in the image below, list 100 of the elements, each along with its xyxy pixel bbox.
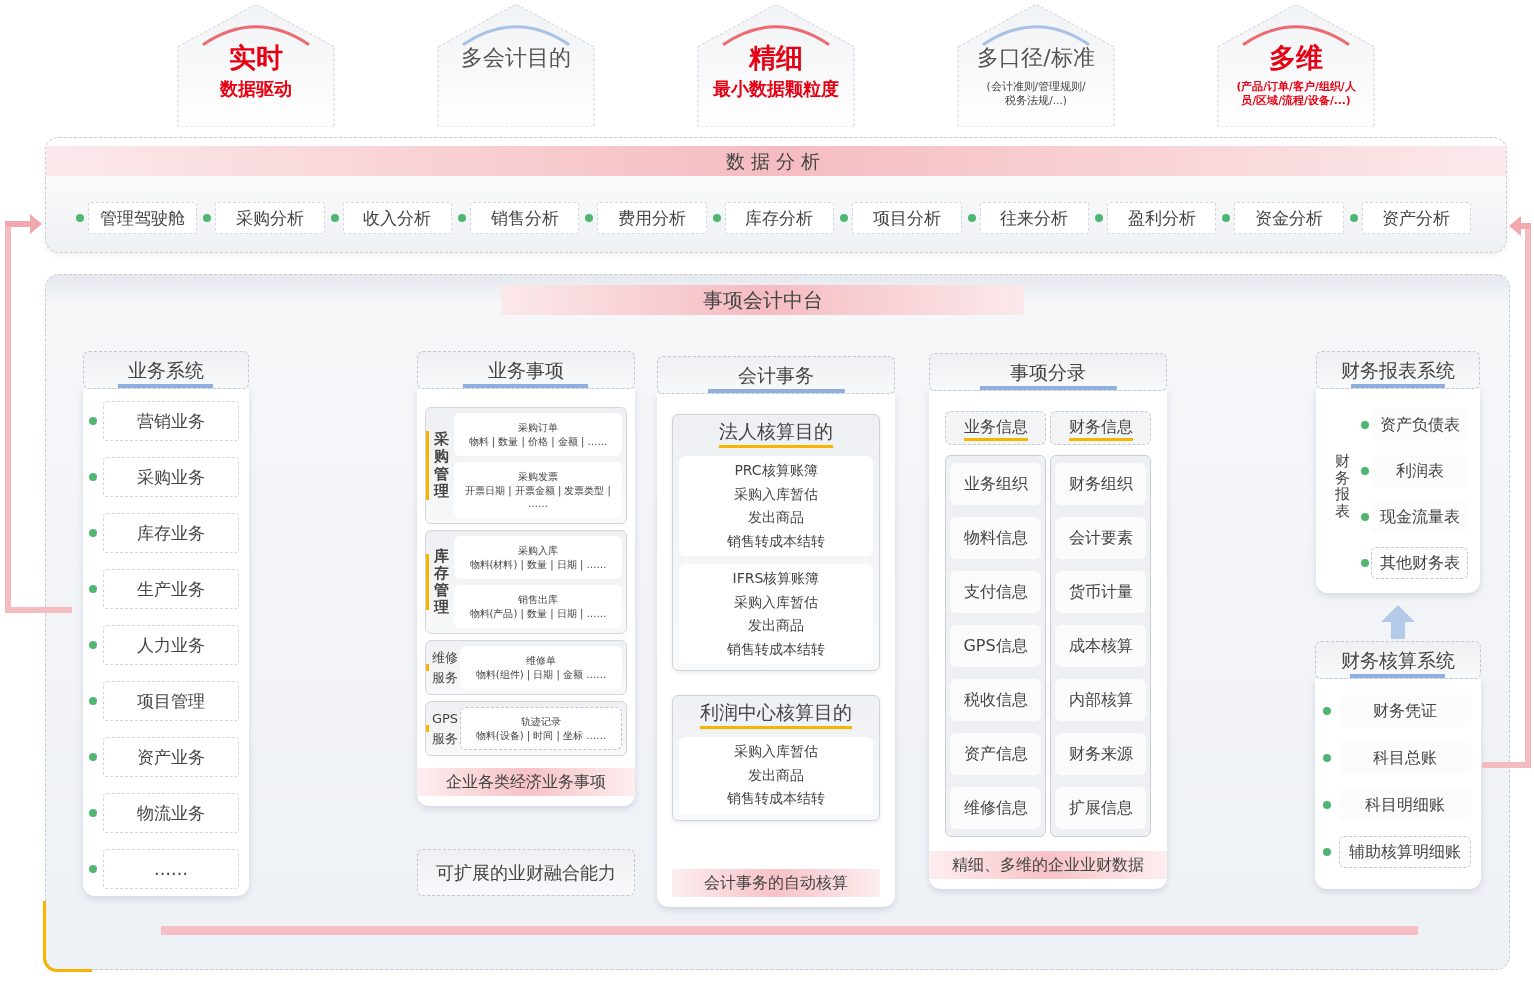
bullet-dot <box>203 214 212 222</box>
column-header: 业务事项 <box>417 351 635 389</box>
matter-fields: 开票日期 | 开票金额 | 发票类型 | …… <box>455 484 621 510</box>
purpose-title: 利润中心核算目的 <box>700 698 852 729</box>
matter-fields: 物料(材料) | 数量 | 日期 | …… <box>467 558 609 571</box>
bullet-dot <box>1323 801 1331 809</box>
matter-name: 采购发票 <box>518 470 558 484</box>
book-line: 发出商品 <box>748 508 804 527</box>
bullet-dot <box>967 214 976 222</box>
bullet-dot <box>89 809 97 817</box>
column-header: 会计事务 <box>657 356 895 394</box>
matter-fields: 物料(产品) | 数量 | 日期 | …… <box>467 607 609 620</box>
analysis-item[interactable]: 资金分析 <box>1234 202 1344 234</box>
bullet-dot <box>1361 559 1369 567</box>
badge-subtitle: 数据驱动 <box>220 77 292 101</box>
system-item: …… <box>103 849 239 889</box>
info-item: 税收信息 <box>950 679 1041 721</box>
badge-title: 多维 <box>1269 41 1323 75</box>
bullet-dot <box>585 214 594 222</box>
matter-name: 采购订单 <box>518 421 558 435</box>
report-item: 其他财务表 <box>1371 547 1468 579</box>
analysis-item[interactable]: 采购分析 <box>215 202 325 234</box>
bullet-dot <box>89 473 97 481</box>
accent-bar <box>426 725 429 732</box>
column-footer: 会计事务的自动核算 <box>672 868 880 897</box>
bullet-dot <box>89 865 97 873</box>
corner-accent <box>43 901 92 972</box>
capability-label: 可扩展的业财融合能力 <box>417 849 635 896</box>
section-title: 数据分析 <box>46 146 1506 176</box>
book-line: 销售转成本结转 <box>727 531 825 551</box>
system-item: 人力业务 <box>103 625 239 665</box>
bullet-dot <box>1323 754 1331 762</box>
info-item: 内部核算 <box>1055 679 1146 721</box>
group-label: 库存管理 <box>434 547 449 617</box>
book-line: PRC核算账簿 <box>734 461 818 480</box>
analysis-item[interactable]: 库存分析 <box>724 202 835 234</box>
bullet-dot <box>840 214 849 222</box>
analysis-item[interactable]: 费用分析 <box>597 202 707 234</box>
matter-name: 销售出库 <box>518 593 558 607</box>
matter-fields: 物料(设备) | 时间 | 坐标 …… <box>473 729 609 742</box>
bullet-dot <box>89 641 97 649</box>
column-header: 财务报表系统 <box>1316 351 1480 389</box>
bullet-dot <box>1361 421 1369 429</box>
ledger-item: 辅助核算明细账 <box>1339 836 1471 868</box>
accent-bar <box>426 554 429 610</box>
book-line: 采购入库暂估 <box>734 484 818 504</box>
column-footer: 精细、多维的企业业财数据 <box>929 851 1167 879</box>
book-line: 发出商品 <box>748 616 804 635</box>
bullet-dot <box>89 697 97 705</box>
info-item: 维修信息 <box>950 787 1041 829</box>
book-line: 发出商品 <box>748 765 804 785</box>
badge-title: 多口径/标准 <box>977 44 1095 72</box>
bullet-dot <box>712 214 721 222</box>
info-item: 资产信息 <box>950 733 1041 775</box>
bullet-dot <box>89 529 97 537</box>
column-footer: 企业各类经济业务事项 <box>417 768 635 796</box>
analysis-item[interactable]: 收入分析 <box>342 202 453 234</box>
badge-subtitle: (会计准则/管理规则/税务法规/...) <box>986 79 1086 107</box>
analysis-item[interactable]: 资产分析 <box>1361 202 1471 234</box>
info-item: 物料信息 <box>950 517 1041 559</box>
system-item: 采购业务 <box>103 457 239 497</box>
info-item: 财务来源 <box>1055 733 1146 775</box>
connector-arrow <box>5 214 42 234</box>
bullet-dot <box>1323 707 1331 715</box>
bullet-dot <box>89 753 97 761</box>
system-item: 营销业务 <box>103 401 239 441</box>
matter-fields: 物料(组件) | 日期 | 金额 …… <box>473 668 609 681</box>
column-header: 财务核算系统 <box>1315 641 1481 679</box>
book-line: 采购入库暂估 <box>734 742 818 761</box>
info-item: GPS信息 <box>950 625 1041 667</box>
bullet-dot <box>1094 214 1103 222</box>
system-item: 库存业务 <box>103 513 239 553</box>
info-item: 业务组织 <box>950 463 1041 505</box>
bullet-dot <box>458 214 467 222</box>
book-line: 销售转成本结转 <box>727 789 825 808</box>
book-line: 销售转成本结转 <box>727 639 825 659</box>
analysis-item[interactable]: 盈利分析 <box>1106 202 1217 234</box>
badge-subtitle: 最小数据颗粒度 <box>713 77 839 101</box>
analysis-item[interactable]: 管理驾驶舱 <box>88 202 198 234</box>
analysis-item[interactable]: 往来分析 <box>979 202 1089 234</box>
badge-title: 精细 <box>749 41 803 75</box>
system-item: 资产业务 <box>103 737 239 777</box>
matter-name: 维修单 <box>526 654 556 668</box>
info-item: 财务组织 <box>1055 463 1146 505</box>
analysis-item[interactable]: 项目分析 <box>852 202 962 234</box>
badge-subtitle: (产品/订单/客户/组织/人员/区域/流程/设备/...) <box>1235 79 1357 107</box>
bullet-dot <box>1361 513 1369 521</box>
analysis-item[interactable]: 销售分析 <box>470 202 580 234</box>
group-label: GPS服务 <box>430 709 460 748</box>
report-label: 财务报表 <box>1334 453 1351 519</box>
book-line: 采购入库暂估 <box>734 592 818 612</box>
matter-name: 轨迹记录 <box>521 715 561 729</box>
purpose-title: 法人核算目的 <box>719 417 833 448</box>
system-item: 物流业务 <box>103 793 239 833</box>
info-item: 成本核算 <box>1055 625 1146 667</box>
group-label: 维修服务 <box>431 648 459 687</box>
matter-fields: 物料 | 数量 | 价格 | 金额 | …… <box>466 435 610 448</box>
bullet-dot <box>1361 467 1369 475</box>
column-header: 业务系统 <box>83 351 249 389</box>
bullet-dot <box>89 417 97 425</box>
